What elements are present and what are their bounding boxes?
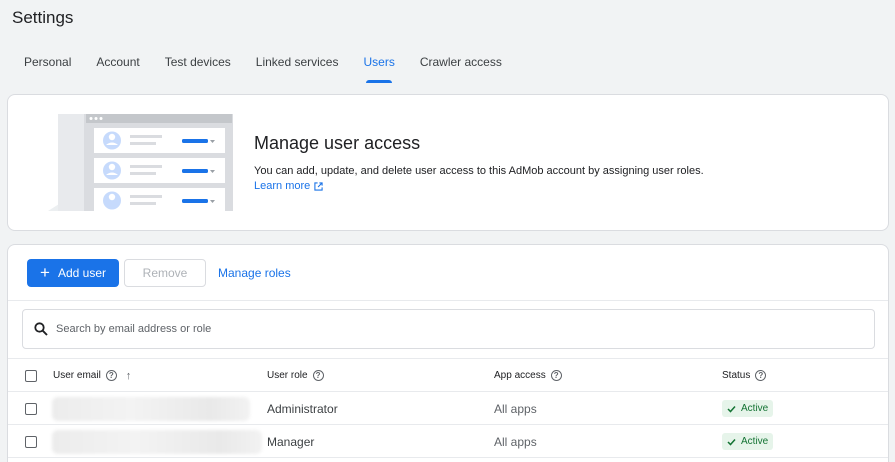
user-role-cell: Manager bbox=[267, 434, 315, 449]
row-checkbox[interactable] bbox=[25, 402, 37, 415]
page-title: Settings bbox=[12, 8, 74, 27]
tab-linked-services[interactable]: Linked services bbox=[256, 55, 339, 83]
status-label: Active bbox=[741, 403, 769, 414]
search-input[interactable] bbox=[56, 323, 656, 335]
divider bbox=[8, 300, 888, 301]
manage-roles-link[interactable]: Manage roles bbox=[218, 266, 291, 280]
header-status: Status ? bbox=[722, 370, 767, 381]
header-user-email[interactable]: User email ? ↑ bbox=[53, 370, 131, 382]
header-user-role: User role ? bbox=[267, 370, 324, 381]
add-user-button[interactable]: + Add user bbox=[27, 259, 119, 287]
help-icon[interactable]: ? bbox=[312, 370, 324, 381]
status-badge: Active bbox=[722, 433, 774, 450]
redacted-email bbox=[52, 396, 250, 421]
remove-button[interactable]: Remove bbox=[124, 259, 206, 287]
search-icon bbox=[34, 322, 48, 336]
user-list-illustration bbox=[48, 114, 233, 211]
sort-ascending-icon[interactable]: ↑ bbox=[126, 370, 132, 382]
check-icon bbox=[727, 438, 736, 446]
help-icon[interactable]: ? bbox=[755, 370, 767, 381]
external-link-icon bbox=[314, 181, 323, 191]
header-app-access: App access ? bbox=[494, 370, 562, 381]
hero-title: Manage user access bbox=[254, 133, 421, 153]
user-role-cell: Administrator bbox=[267, 401, 338, 416]
table-row[interactable]: Administrator All apps Active bbox=[8, 392, 888, 425]
help-icon[interactable]: ? bbox=[105, 370, 117, 381]
table-row[interactable]: Manager All apps Active bbox=[8, 425, 888, 458]
learn-more-label: Learn more bbox=[254, 180, 311, 192]
manage-user-access-card: Manage user access You can add, update, … bbox=[7, 94, 889, 231]
row-checkbox[interactable] bbox=[25, 435, 37, 448]
plus-icon: + bbox=[40, 262, 50, 282]
header-user-role-label: User role bbox=[267, 370, 308, 381]
status-badge: Active bbox=[722, 400, 774, 417]
search-box[interactable] bbox=[22, 309, 875, 349]
tab-personal[interactable]: Personal bbox=[24, 55, 71, 83]
select-all-checkbox[interactable] bbox=[25, 369, 37, 382]
add-user-label: Add user bbox=[57, 266, 106, 280]
users-card: + Add user Remove Manage roles User emai… bbox=[7, 244, 889, 462]
tab-users[interactable]: Users bbox=[363, 55, 395, 83]
table-header-row: User email ? ↑ User role ? App access ? … bbox=[8, 359, 888, 392]
divider bbox=[8, 457, 888, 458]
status-label: Active bbox=[741, 436, 769, 447]
help-icon[interactable]: ? bbox=[550, 370, 562, 381]
header-status-label: Status bbox=[722, 370, 751, 381]
app-access-cell: All apps bbox=[494, 401, 537, 416]
app-access-cell: All apps bbox=[494, 434, 537, 449]
tab-test-devices[interactable]: Test devices bbox=[165, 55, 231, 83]
header-user-email-label: User email bbox=[53, 370, 101, 381]
header-app-access-label: App access bbox=[494, 370, 546, 381]
check-icon bbox=[727, 405, 736, 413]
redacted-email bbox=[52, 429, 262, 454]
learn-more-link[interactable]: Learn more bbox=[254, 180, 323, 192]
settings-tabs: Personal Account Test devices Linked ser… bbox=[12, 55, 527, 83]
hero-description: You can add, update, and delete user acc… bbox=[254, 165, 704, 177]
tab-account[interactable]: Account bbox=[96, 55, 139, 83]
tab-crawler-access[interactable]: Crawler access bbox=[420, 55, 502, 83]
